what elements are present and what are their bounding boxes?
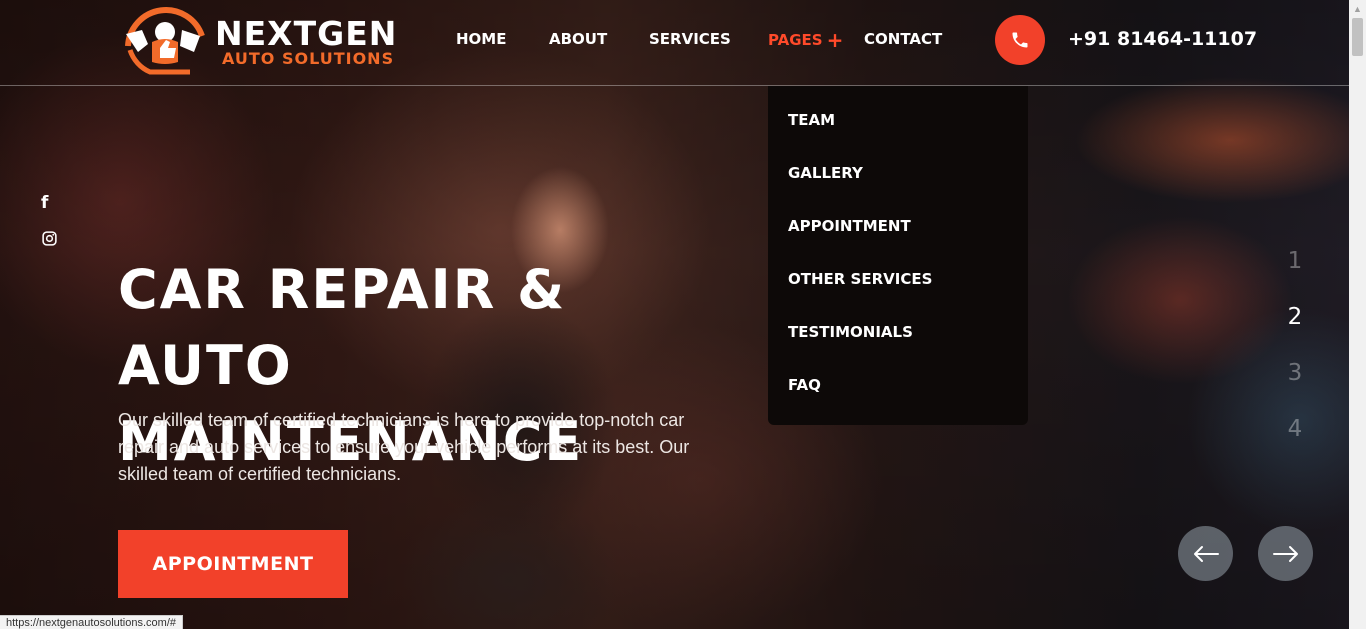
nav-services[interactable]: SERVICES [649,30,731,48]
nav-home[interactable]: HOME [456,30,506,48]
dropdown-item-faq[interactable]: FAQ [788,376,821,394]
dropdown-item-other-services[interactable]: OTHER SERVICES [788,270,932,288]
slider-next-button[interactable] [1258,526,1313,581]
logo-title: NEXTGEN [215,14,398,53]
phone-number[interactable]: +91 81464-11107 [1068,28,1257,50]
slide-number-3[interactable]: 3 [1280,360,1310,386]
phone-button[interactable] [995,15,1045,65]
nav-about[interactable]: ABOUT [549,30,607,48]
pages-dropdown-menu: TEAM GALLERY APPOINTMENT OTHER SERVICES … [768,86,1028,425]
nav-pages-label: PAGES [768,31,823,49]
dropdown-item-appointment[interactable]: APPOINTMENT [788,217,911,235]
scrollbar-thumb[interactable] [1352,18,1363,56]
scroll-up-arrow-icon[interactable]: ▲ [1349,0,1366,17]
slide-number-1[interactable]: 1 [1280,248,1310,274]
site-header: NEXTGEN AUTO SOLUTIONS HOME ABOUT SERVIC… [0,0,1349,86]
plus-icon: + [826,28,844,52]
nav-pages[interactable]: PAGES + [768,28,843,52]
slider-prev-button[interactable] [1178,526,1233,581]
logo-subtitle: AUTO SOLUTIONS [222,49,395,68]
phone-icon [1012,32,1028,48]
arrow-left-icon [1193,545,1219,562]
hero-description: Our skilled team of certified technician… [118,410,690,484]
logo[interactable]: NEXTGEN AUTO SOLUTIONS [120,6,398,76]
dropdown-item-testimonials[interactable]: TESTIMONIALS [788,323,913,341]
hero-title-line1: CAR REPAIR & AUTO [118,258,567,397]
appointment-button[interactable]: APPOINTMENT [118,530,348,598]
dropdown-item-team[interactable]: TEAM [788,111,835,129]
arrow-right-icon [1272,545,1298,562]
instagram-icon[interactable] [41,230,58,247]
dropdown-item-gallery[interactable]: GALLERY [788,164,863,182]
slide-number-4[interactable]: 4 [1280,416,1310,442]
slide-number-2[interactable]: 2 [1280,304,1310,330]
status-bar-url: https://nextgenautosolutions.com/# [0,615,183,629]
nav-contact[interactable]: CONTACT [864,30,942,48]
page-scrollbar[interactable]: ▲ [1349,0,1366,629]
mechanic-thumbs-up-icon [125,7,205,75]
facebook-icon[interactable]: f [41,193,48,213]
